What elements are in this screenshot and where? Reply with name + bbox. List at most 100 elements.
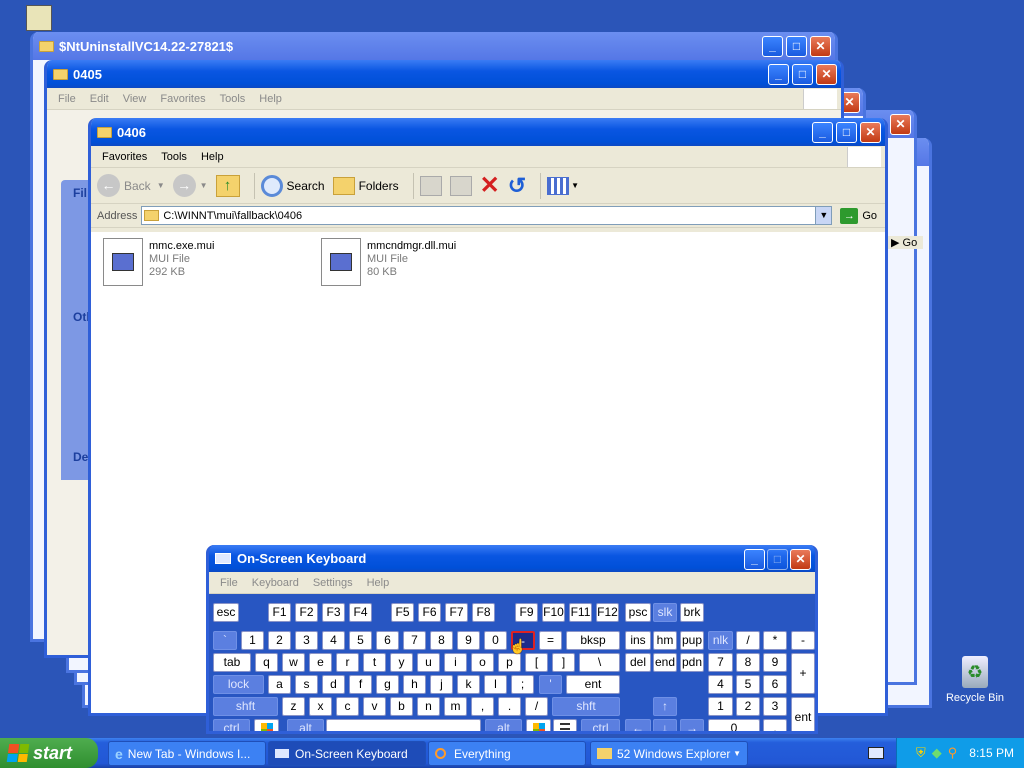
key-lctrl[interactable]: ctrl	[213, 719, 250, 731]
key-np2[interactable]: 2	[736, 697, 760, 716]
key-tab[interactable]: tab	[213, 653, 251, 672]
key-n8[interactable]: 8	[430, 631, 453, 650]
key-np9[interactable]: 9	[763, 653, 787, 672]
key-n4[interactable]: 4	[322, 631, 345, 650]
key-c[interactable]: c	[336, 697, 359, 716]
key-del[interactable]: del	[625, 653, 651, 672]
key-npminus[interactable]: -	[791, 631, 815, 650]
key-f[interactable]: f	[349, 675, 372, 694]
task-windows-explorer-group[interactable]: 52 Windows Explorer ▼	[590, 741, 748, 766]
key-b[interactable]: b	[390, 697, 413, 716]
move-to-button[interactable]	[419, 175, 442, 196]
menu-help[interactable]: Help	[252, 93, 289, 105]
maximize-icon[interactable]: □	[792, 64, 813, 85]
key-t[interactable]: t	[363, 653, 386, 672]
views-button[interactable]: ▼	[547, 176, 579, 195]
minimize-icon[interactable]: _	[744, 549, 765, 570]
task-ie[interactable]: e New Tab - Windows I...	[108, 741, 266, 766]
key-x[interactable]: x	[309, 697, 332, 716]
key-ins[interactable]: ins	[625, 631, 651, 650]
clock[interactable]: 8:15 PM	[969, 746, 1014, 760]
minimize-icon[interactable]: _	[812, 122, 833, 143]
key-n0[interactable]: 0	[484, 631, 507, 650]
key-np0[interactable]: 0	[708, 719, 760, 731]
close-icon[interactable]: ✕	[890, 114, 911, 135]
key-k[interactable]: k	[457, 675, 480, 694]
key-l[interactable]: l	[484, 675, 507, 694]
close-icon[interactable]: ✕	[860, 122, 881, 143]
key-s[interactable]: s	[295, 675, 318, 694]
key-lalt[interactable]: alt	[287, 719, 324, 731]
key-space[interactable]	[326, 719, 481, 731]
key-bksp[interactable]: bksp	[566, 631, 620, 650]
close-icon[interactable]: ✕	[816, 64, 837, 85]
key-ent[interactable]: ent	[566, 675, 620, 694]
forward-button[interactable]: → ▼	[172, 174, 208, 197]
desktop-icon-top[interactable]	[26, 5, 52, 31]
address-input[interactable]: C:\WINNT\mui\fallback\0406 ▼	[141, 206, 833, 225]
search-button[interactable]: Search	[260, 174, 325, 197]
key-u[interactable]: u	[417, 653, 440, 672]
menu-view[interactable]: View	[116, 93, 154, 105]
key-down[interactable]: ↓	[653, 719, 677, 731]
key-fslash[interactable]: /	[525, 697, 548, 716]
key-r[interactable]: r	[336, 653, 359, 672]
key-f11[interactable]: F11	[569, 603, 592, 622]
key-quote[interactable]: '	[539, 675, 562, 694]
key-np7[interactable]: 7	[708, 653, 733, 672]
key-n9[interactable]: 9	[457, 631, 480, 650]
key-i[interactable]: i	[444, 653, 467, 672]
key-n3[interactable]: 3	[295, 631, 318, 650]
menu-settings[interactable]: Settings	[306, 577, 360, 589]
key-comma[interactable]: ,	[471, 697, 494, 716]
key-f9[interactable]: F9	[515, 603, 538, 622]
key-f10[interactable]: F10	[542, 603, 565, 622]
key-np3[interactable]: 3	[763, 697, 787, 716]
left-win-key-icon[interactable]	[254, 719, 279, 731]
key-npplus[interactable]: +	[791, 653, 815, 694]
key-f8[interactable]: F8	[472, 603, 495, 622]
recycle-bin[interactable]: ♻ Recycle Bin	[940, 656, 1010, 704]
key-left[interactable]: ←	[625, 719, 651, 731]
key-rshft[interactable]: shft	[552, 697, 620, 716]
key-rbr[interactable]: ]	[552, 653, 575, 672]
bg-go-button[interactable]: ▶ Go	[885, 236, 924, 249]
key-star[interactable]: *	[763, 631, 787, 650]
right-win-key-icon[interactable]	[526, 719, 551, 731]
on-screen-keyboard-window[interactable]: On-Screen Keyboard _ □ ✕ File Keyboard S…	[206, 545, 818, 734]
keyboard-layout-icon[interactable]	[868, 747, 884, 759]
key-lock[interactable]: lock	[213, 675, 264, 694]
key-slash[interactable]: /	[736, 631, 760, 650]
go-button[interactable]: → Go	[836, 207, 885, 224]
up-folder-button[interactable]: ↑	[215, 174, 240, 197]
key-npent[interactable]: ent	[791, 697, 815, 731]
key-equals[interactable]: =	[539, 631, 562, 650]
key-np4[interactable]: 4	[708, 675, 733, 694]
security-shield-icon[interactable]: ⛨	[916, 745, 926, 761]
key-n6[interactable]: 6	[376, 631, 399, 650]
menu-favorites[interactable]: Favorites	[95, 151, 154, 163]
key-f2[interactable]: F2	[295, 603, 318, 622]
key-n5[interactable]: 5	[349, 631, 372, 650]
explorer-titlebar[interactable]: 0406 _ □ ✕	[91, 118, 885, 146]
task-everything[interactable]: Everything	[428, 741, 586, 766]
maximize-icon[interactable]: □	[836, 122, 857, 143]
key-brk[interactable]: brk	[680, 603, 704, 622]
key-g[interactable]: g	[376, 675, 399, 694]
close-icon[interactable]: ✕	[790, 549, 811, 570]
menu-edit[interactable]: Edit	[83, 93, 116, 105]
menu-tools[interactable]: Tools	[213, 93, 253, 105]
minimize-icon[interactable]: _	[768, 64, 789, 85]
key-y[interactable]: y	[390, 653, 413, 672]
file-item[interactable]: mmcndmgr.dll.mui MUI File 80 KB	[321, 238, 456, 286]
key-nlk[interactable]: nlk	[708, 631, 733, 650]
key-f12[interactable]: F12	[596, 603, 619, 622]
network-icon[interactable]: ◆	[932, 745, 942, 761]
key-w[interactable]: w	[282, 653, 305, 672]
key-n1[interactable]: 1	[241, 631, 264, 650]
key-p[interactable]: p	[498, 653, 521, 672]
menu-help[interactable]: Help	[194, 151, 231, 163]
key-period[interactable]: .	[498, 697, 521, 716]
key-z[interactable]: z	[282, 697, 305, 716]
key-rctrl[interactable]: ctrl	[581, 719, 620, 731]
